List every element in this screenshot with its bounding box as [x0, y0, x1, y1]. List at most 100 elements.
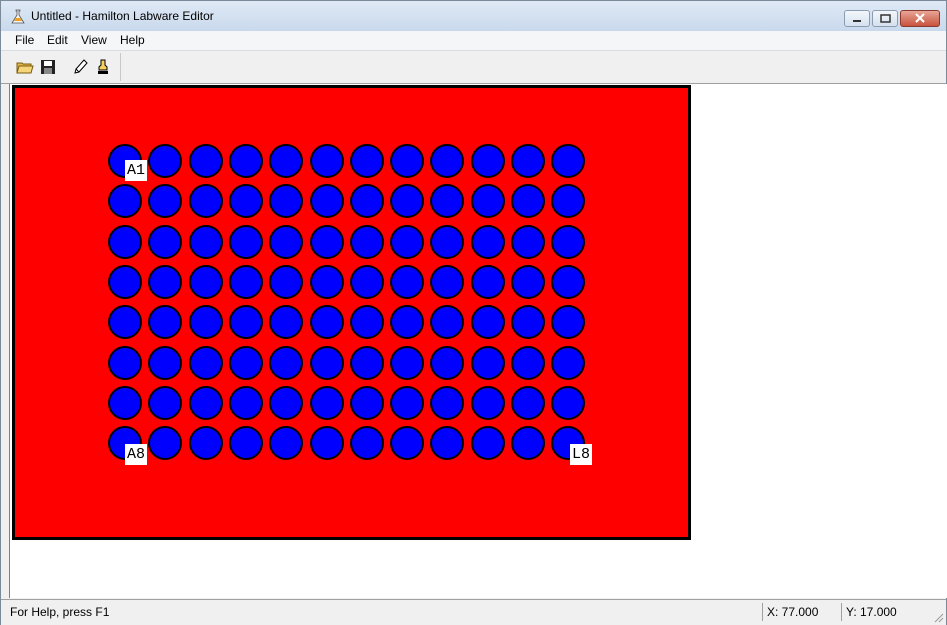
save-button[interactable]: [38, 57, 58, 77]
well-C2[interactable]: [189, 184, 223, 218]
well-E3[interactable]: [269, 225, 303, 259]
well-D1[interactable]: [229, 144, 263, 178]
well-H4[interactable]: [390, 265, 424, 299]
well-D4[interactable]: [229, 265, 263, 299]
well-E4[interactable]: [269, 265, 303, 299]
well-L6[interactable]: [551, 346, 585, 380]
maximize-button[interactable]: [872, 10, 898, 27]
well-K5[interactable]: [511, 305, 545, 339]
well-E8[interactable]: [269, 426, 303, 460]
well-B2[interactable]: [148, 184, 182, 218]
well-A3[interactable]: [108, 225, 142, 259]
well-I5[interactable]: [430, 305, 464, 339]
well-I3[interactable]: [430, 225, 464, 259]
menu-file[interactable]: File: [15, 33, 34, 47]
well-B6[interactable]: [148, 346, 182, 380]
well-L5[interactable]: [551, 305, 585, 339]
well-D3[interactable]: [229, 225, 263, 259]
well-G2[interactable]: [350, 184, 384, 218]
well-F5[interactable]: [310, 305, 344, 339]
well-J8[interactable]: [471, 426, 505, 460]
well-F2[interactable]: [310, 184, 344, 218]
well-C3[interactable]: [189, 225, 223, 259]
well-F4[interactable]: [310, 265, 344, 299]
well-H3[interactable]: [390, 225, 424, 259]
well-L2[interactable]: [551, 184, 585, 218]
well-I1[interactable]: [430, 144, 464, 178]
stamp-button[interactable]: [93, 57, 113, 77]
well-G7[interactable]: [350, 386, 384, 420]
well-J5[interactable]: [471, 305, 505, 339]
well-I6[interactable]: [430, 346, 464, 380]
well-G6[interactable]: [350, 346, 384, 380]
well-F7[interactable]: [310, 386, 344, 420]
well-B3[interactable]: [148, 225, 182, 259]
well-H8[interactable]: [390, 426, 424, 460]
well-C5[interactable]: [189, 305, 223, 339]
well-F1[interactable]: [310, 144, 344, 178]
well-L7[interactable]: [551, 386, 585, 420]
well-L1[interactable]: [551, 144, 585, 178]
well-E6[interactable]: [269, 346, 303, 380]
well-G8[interactable]: [350, 426, 384, 460]
well-H6[interactable]: [390, 346, 424, 380]
well-J3[interactable]: [471, 225, 505, 259]
well-I4[interactable]: [430, 265, 464, 299]
well-E7[interactable]: [269, 386, 303, 420]
well-B8[interactable]: [148, 426, 182, 460]
well-B1[interactable]: [148, 144, 182, 178]
well-C1[interactable]: [189, 144, 223, 178]
well-G3[interactable]: [350, 225, 384, 259]
well-K7[interactable]: [511, 386, 545, 420]
well-J4[interactable]: [471, 265, 505, 299]
well-B5[interactable]: [148, 305, 182, 339]
title-bar[interactable]: Untitled - Hamilton Labware Editor: [1, 1, 946, 31]
well-F6[interactable]: [310, 346, 344, 380]
well-I8[interactable]: [430, 426, 464, 460]
menu-view[interactable]: View: [81, 33, 107, 47]
well-K3[interactable]: [511, 225, 545, 259]
well-A7[interactable]: [108, 386, 142, 420]
well-K1[interactable]: [511, 144, 545, 178]
well-C6[interactable]: [189, 346, 223, 380]
well-D5[interactable]: [229, 305, 263, 339]
well-F3[interactable]: [310, 225, 344, 259]
well-J7[interactable]: [471, 386, 505, 420]
minimize-button[interactable]: [844, 10, 870, 27]
well-A6[interactable]: [108, 346, 142, 380]
well-D2[interactable]: [229, 184, 263, 218]
well-L4[interactable]: [551, 265, 585, 299]
well-C7[interactable]: [189, 386, 223, 420]
well-G1[interactable]: [350, 144, 384, 178]
well-J2[interactable]: [471, 184, 505, 218]
well-E5[interactable]: [269, 305, 303, 339]
well-A2[interactable]: [108, 184, 142, 218]
well-B4[interactable]: [148, 265, 182, 299]
well-C8[interactable]: [189, 426, 223, 460]
well-H7[interactable]: [390, 386, 424, 420]
well-B7[interactable]: [148, 386, 182, 420]
well-G4[interactable]: [350, 265, 384, 299]
menu-help[interactable]: Help: [120, 33, 145, 47]
well-L3[interactable]: [551, 225, 585, 259]
well-D7[interactable]: [229, 386, 263, 420]
open-button[interactable]: [15, 57, 35, 77]
well-I2[interactable]: [430, 184, 464, 218]
well-D8[interactable]: [229, 426, 263, 460]
well-G5[interactable]: [350, 305, 384, 339]
well-K6[interactable]: [511, 346, 545, 380]
well-K2[interactable]: [511, 184, 545, 218]
well-K8[interactable]: [511, 426, 545, 460]
well-F8[interactable]: [310, 426, 344, 460]
well-E1[interactable]: [269, 144, 303, 178]
well-H1[interactable]: [390, 144, 424, 178]
well-E2[interactable]: [269, 184, 303, 218]
well-J6[interactable]: [471, 346, 505, 380]
menu-edit[interactable]: Edit: [47, 33, 68, 47]
well-A5[interactable]: [108, 305, 142, 339]
well-D6[interactable]: [229, 346, 263, 380]
well-J1[interactable]: [471, 144, 505, 178]
labware-canvas[interactable]: A1 A8 L8: [9, 84, 947, 598]
well-C4[interactable]: [189, 265, 223, 299]
well-K4[interactable]: [511, 265, 545, 299]
